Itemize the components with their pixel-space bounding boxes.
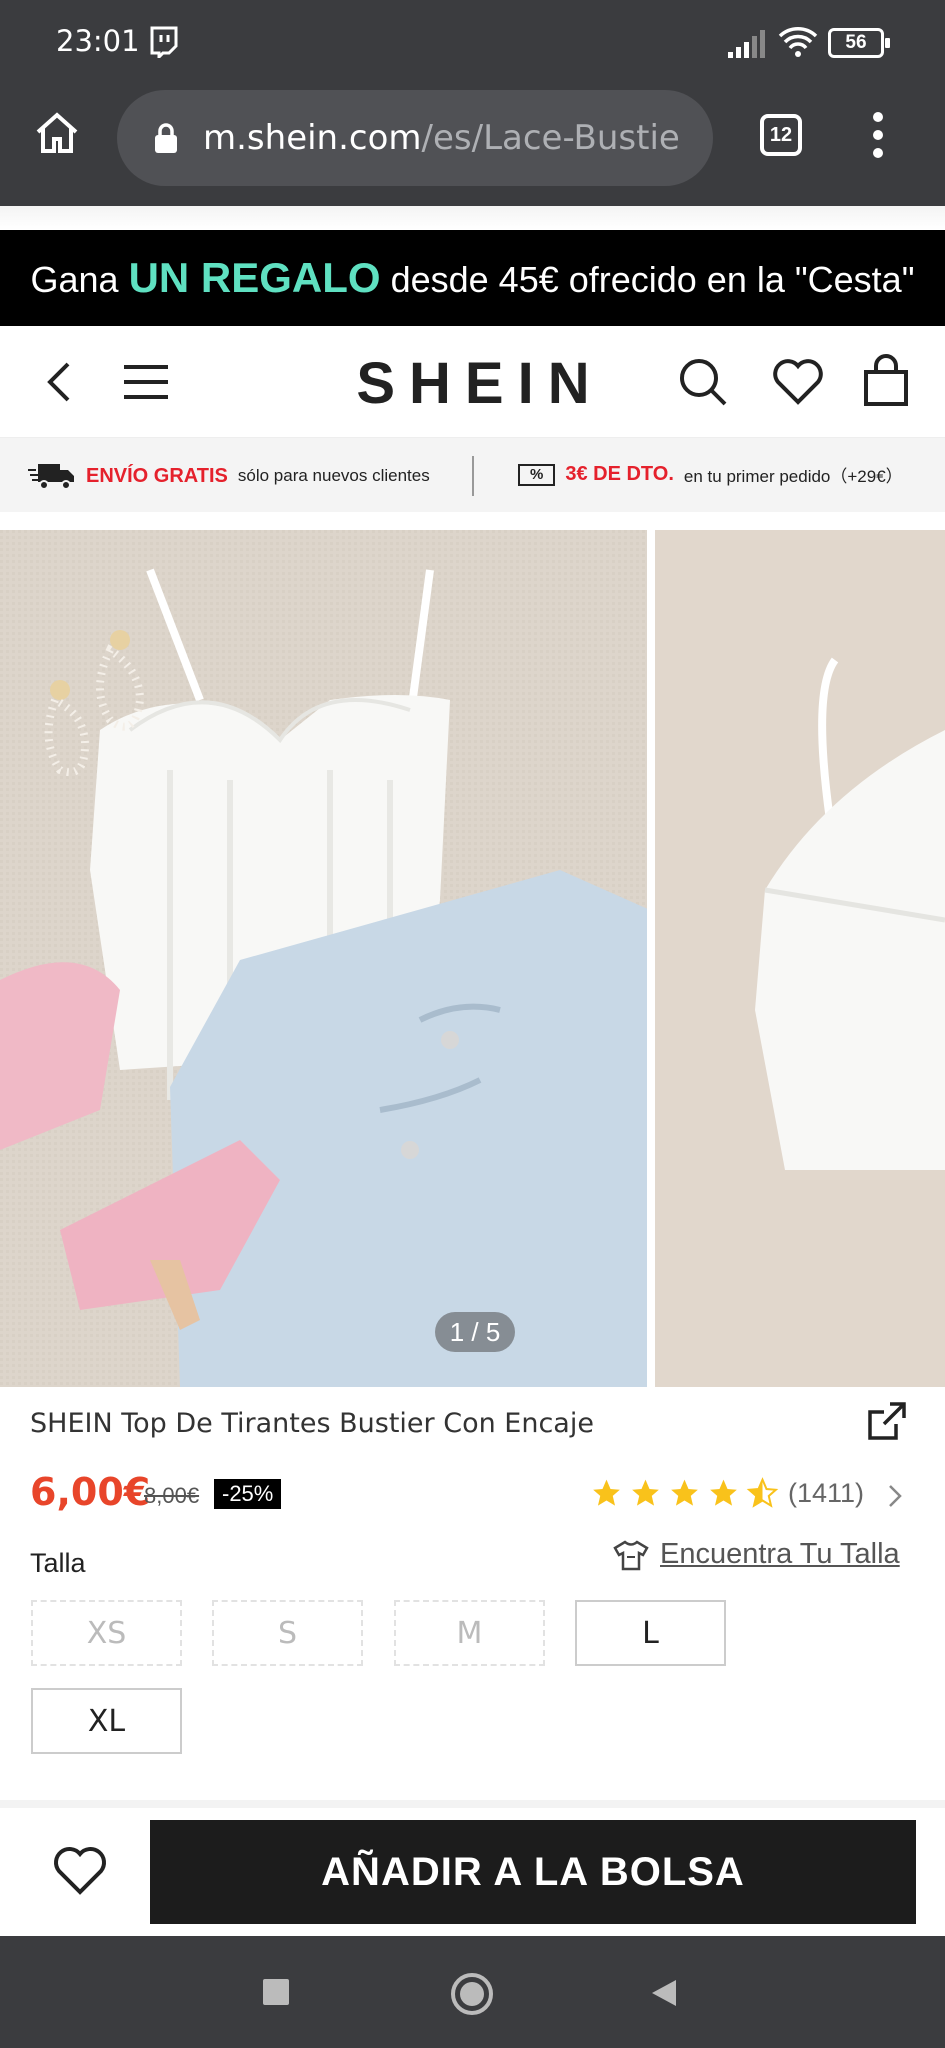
- size-guide-label: Encuentra Tu Talla: [660, 1538, 900, 1570]
- original-price: 8,00€: [144, 1483, 200, 1508]
- toolbar-shadow: [0, 206, 945, 230]
- free-shipping-label: ENVÍO GRATIS: [86, 464, 228, 487]
- back-icon[interactable]: [34, 354, 90, 410]
- shein-logo[interactable]: SHEIN: [330, 350, 630, 417]
- shipping-strip[interactable]: ENVÍO GRATIS sólo para nuevos clientes %…: [0, 438, 945, 512]
- discount-info: % 3€ DE DTO. en tu primer pedido（+29€）: [518, 462, 903, 487]
- home-button-icon[interactable]: [450, 1972, 494, 2016]
- divider: [0, 1800, 945, 1808]
- recent-apps-icon[interactable]: [262, 1978, 290, 2006]
- coupon-icon: %: [518, 463, 556, 486]
- discount-label: 3€ DE DTO.: [565, 463, 674, 485]
- wishlist-heart-icon[interactable]: [770, 354, 826, 410]
- promo-highlight: UN REGALO: [128, 254, 381, 301]
- tab-switcher-button[interactable]: 12: [760, 114, 802, 156]
- product-title: SHEIN Top De Tirantes Bustier Con Encaje: [30, 1408, 594, 1439]
- clock: 23:01: [56, 24, 140, 58]
- free-shipping-info: ENVÍO GRATIS sólo para nuevos clientes: [28, 462, 430, 490]
- truck-icon: [28, 464, 74, 490]
- star-half-icon: [746, 1477, 779, 1508]
- size-option-s[interactable]: S: [212, 1600, 363, 1666]
- promo-prefix: Gana: [30, 259, 129, 300]
- review-count[interactable]: (1411): [788, 1478, 864, 1509]
- url-text: m.shein.com/es/Lace-Bustie: [203, 118, 703, 158]
- promo-banner[interactable]: Gana UN REGALO desde 45€ ofrecido en la …: [0, 230, 945, 326]
- lock-icon: [155, 123, 177, 153]
- star-icon: [710, 1479, 737, 1506]
- add-to-bag-button[interactable]: AÑADIR A LA BOLSA: [150, 1820, 916, 1924]
- home-icon[interactable]: [34, 110, 80, 156]
- sale-price: 6,00€: [30, 1470, 151, 1514]
- url-host: m.shein.com: [203, 118, 422, 158]
- share-icon[interactable]: [866, 1400, 908, 1442]
- search-icon[interactable]: [675, 354, 731, 410]
- hamburger-menu-icon[interactable]: [118, 354, 174, 410]
- product-photo-secondary[interactable]: [655, 530, 945, 1387]
- wifi-icon: [778, 27, 818, 57]
- status-bar: 23:01 56: [0, 0, 945, 88]
- overflow-menu-icon[interactable]: [868, 110, 888, 160]
- system-nav-bar: [0, 1936, 945, 2048]
- star-icon: [632, 1479, 659, 1506]
- size-option-l[interactable]: L: [575, 1600, 726, 1666]
- size-label: Talla: [30, 1548, 86, 1578]
- back-button-icon[interactable]: [650, 1978, 678, 2008]
- purchase-bar: AÑADIR A LA BOLSA: [0, 1808, 945, 1936]
- star-icon: [671, 1479, 698, 1506]
- tshirt-icon: [613, 1539, 649, 1570]
- address-bar[interactable]: m.shein.com/es/Lace-Bustie: [117, 90, 713, 186]
- url-path: /es/Lace-Bustie: [421, 118, 680, 158]
- size-option-xs[interactable]: XS: [31, 1600, 182, 1666]
- discount-badge: -25%: [214, 1479, 282, 1509]
- browser-toolbar: m.shein.com/es/Lace-Bustie 12: [0, 88, 945, 206]
- rating-stars[interactable]: [590, 1477, 779, 1509]
- product-gallery[interactable]: 1 / 5: [0, 530, 945, 1387]
- promo-suffix: desde 45€ ofrecido en la "Cesta": [380, 259, 915, 300]
- battery-icon: 56: [828, 28, 890, 58]
- gallery-counter: 1 / 5: [435, 1312, 515, 1352]
- size-guide-link[interactable]: Encuentra Tu Talla: [612, 1538, 900, 1571]
- free-shipping-note: sólo para nuevos clientes: [237, 466, 430, 485]
- size-option-xl[interactable]: XL: [31, 1688, 182, 1754]
- site-header: SHEIN: [0, 326, 945, 438]
- chevron-right-icon[interactable]: [888, 1484, 902, 1508]
- star-icon: [593, 1479, 620, 1506]
- product-photo-main[interactable]: [0, 530, 647, 1387]
- size-option-m[interactable]: M: [394, 1600, 545, 1666]
- twitch-icon: [150, 26, 178, 58]
- shopping-bag-icon[interactable]: [858, 354, 914, 410]
- signal-icon: [728, 30, 765, 58]
- divider: [472, 456, 474, 496]
- add-to-wishlist-icon[interactable]: [50, 1842, 110, 1898]
- discount-note: en tu primer pedido（+29€）: [683, 467, 903, 486]
